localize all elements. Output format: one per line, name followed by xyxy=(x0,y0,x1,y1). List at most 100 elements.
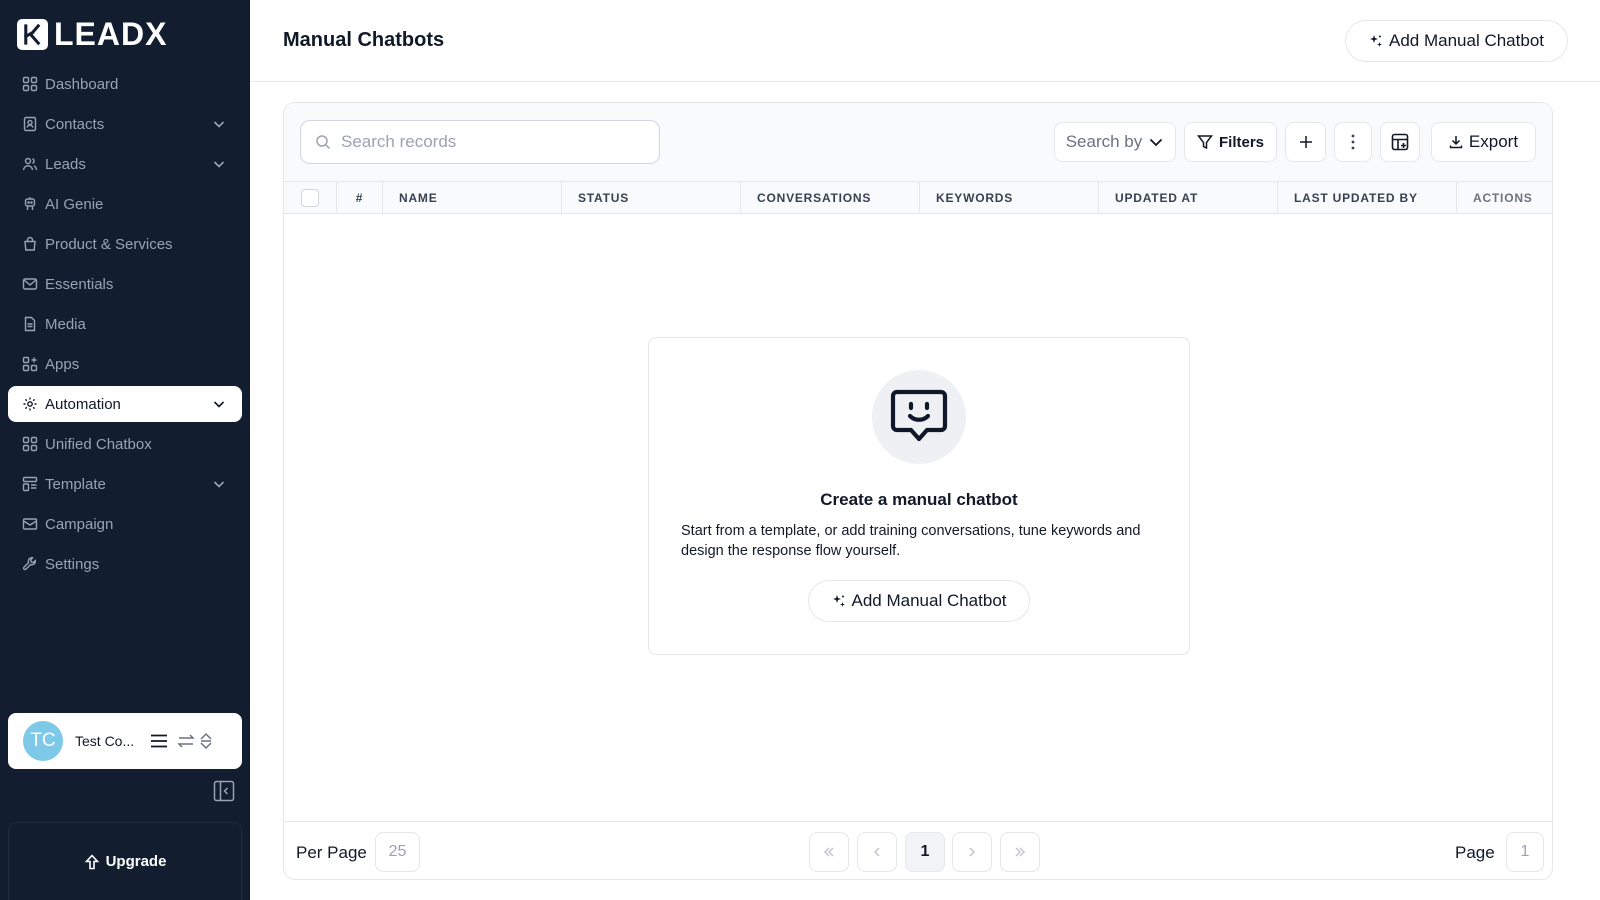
pagination-bar: Per Page 25 1 Page 1 xyxy=(284,821,1552,879)
search-icon xyxy=(316,135,331,150)
sidebar-item-label: Dashboard xyxy=(45,75,119,93)
upgrade-label: Upgrade xyxy=(105,853,167,870)
sidebar-item-leads[interactable]: Leads xyxy=(8,146,242,182)
menu-icon[interactable] xyxy=(149,731,169,751)
sidebar-item-label: Media xyxy=(45,315,86,333)
sidebar-item-label: AI Genie xyxy=(45,195,104,213)
page-number-input[interactable]: 1 xyxy=(1506,832,1544,872)
empty-state-card: Create a manual chatbot Start from a tem… xyxy=(648,337,1190,655)
sidebar-item-campaign[interactable]: Campaign xyxy=(8,506,242,542)
template-icon xyxy=(22,476,38,492)
button-label: Add Manual Chatbot xyxy=(1389,31,1544,50)
chevrons-right-icon xyxy=(1015,847,1026,857)
logo-mark-icon xyxy=(17,18,48,50)
chevron-down-icon[interactable] xyxy=(212,117,226,131)
column-header-last-updated-by[interactable]: LAST UPDATED BY xyxy=(1278,182,1457,213)
add-filter-button[interactable] xyxy=(1285,122,1326,162)
column-settings-button[interactable] xyxy=(1380,122,1420,162)
sidebar-item-ai-genie[interactable]: AI Genie xyxy=(8,186,242,222)
sidebar-item-unified-chatbox[interactable]: Unified Chatbox xyxy=(8,426,242,462)
user-switcher[interactable]: TC Test Co... xyxy=(8,713,242,769)
plus-icon xyxy=(1299,136,1312,148)
button-label: Add Manual Chatbot xyxy=(851,591,1007,610)
sidebar-item-label: Template xyxy=(45,475,106,493)
main-content: Manual Chatbots Add Manual Chatbot Searc… xyxy=(250,0,1600,900)
search-box xyxy=(300,120,660,164)
app-logo[interactable]: LEADX xyxy=(17,18,167,50)
last-page-button[interactable] xyxy=(1000,832,1040,872)
select-all-checkbox[interactable] xyxy=(301,188,319,207)
kebab-menu-icon xyxy=(1351,134,1355,150)
sidebar-item-contacts[interactable]: Contacts xyxy=(8,106,242,142)
grid-icon xyxy=(22,76,38,92)
next-page-button[interactable] xyxy=(952,832,992,872)
first-page-button[interactable] xyxy=(809,832,849,872)
table-header: # NAME STATUS CONVERSATIONS KEYWORDS UPD… xyxy=(284,181,1552,214)
gear-icon xyxy=(22,396,38,412)
sidebar-item-media[interactable]: Media xyxy=(8,306,242,342)
chevron-down-icon[interactable] xyxy=(212,397,226,411)
upgrade-button[interactable]: Upgrade xyxy=(8,822,242,900)
shopping-bag-icon xyxy=(22,236,38,252)
search-input[interactable] xyxy=(341,132,641,152)
export-button[interactable]: Export xyxy=(1431,122,1536,162)
sidebar-nav: Dashboard Contacts Leads AI Genie Produc… xyxy=(8,66,242,586)
chevron-up-down-icon[interactable] xyxy=(199,732,213,750)
avatar: TC xyxy=(23,721,63,761)
filters-button[interactable]: Filters xyxy=(1184,122,1277,162)
sidebar-item-label: Contacts xyxy=(45,115,105,133)
empty-state-description: Start from a template, or add training c… xyxy=(681,523,1141,559)
sparkle-icon xyxy=(1370,35,1382,47)
select-all-cell xyxy=(284,182,337,213)
sidebar-item-label: Unified Chatbox xyxy=(45,435,152,453)
logo-text: LEADX xyxy=(54,16,168,52)
sidebar-item-template[interactable]: Template xyxy=(8,466,242,502)
column-header-keywords[interactable]: KEYWORDS xyxy=(920,182,1099,213)
column-header-conversations[interactable]: CONVERSATIONS xyxy=(741,182,920,213)
sidebar-item-automation[interactable]: Automation xyxy=(8,386,242,422)
chevron-right-icon xyxy=(969,847,976,857)
upgrade-arrow-icon xyxy=(84,853,99,869)
search-by-label: Search by xyxy=(1065,132,1143,151)
sidebar-item-label: Campaign xyxy=(45,515,114,533)
chevron-down-icon[interactable] xyxy=(212,157,226,171)
sidebar-item-essentials[interactable]: Essentials xyxy=(8,266,242,302)
current-page-button[interactable]: 1 xyxy=(905,832,945,872)
column-header-status[interactable]: STATUS xyxy=(562,182,741,213)
sidebar-item-label: Product & Services xyxy=(45,235,173,253)
sidebar-item-settings[interactable]: Settings xyxy=(8,546,242,582)
genie-icon xyxy=(22,196,38,212)
export-label: Export xyxy=(1468,132,1519,151)
add-manual-chatbot-button[interactable]: Add Manual Chatbot xyxy=(1345,20,1568,62)
more-options-button[interactable] xyxy=(1334,122,1372,162)
mail-icon xyxy=(22,276,38,292)
wrench-icon xyxy=(22,556,38,572)
collapse-sidebar-icon[interactable] xyxy=(213,780,235,802)
sidebar-item-apps[interactable]: Apps xyxy=(8,346,242,382)
column-header-updated-at[interactable]: UPDATED AT xyxy=(1099,182,1278,213)
column-header-number: # xyxy=(337,182,383,213)
search-by-dropdown[interactable]: Search by xyxy=(1054,122,1176,162)
filters-label: Filters xyxy=(1218,133,1264,151)
sidebar-item-label: Leads xyxy=(45,155,86,173)
empty-add-manual-chatbot-button[interactable]: Add Manual Chatbot xyxy=(808,580,1030,622)
chat-smile-icon xyxy=(872,370,966,464)
sidebar-item-product-services[interactable]: Product & Services xyxy=(8,226,242,262)
envelope-open-icon xyxy=(22,516,38,532)
empty-state-title: Create a manual chatbot xyxy=(820,490,1018,509)
column-header-name[interactable]: NAME xyxy=(383,182,562,213)
sidebar-item-dashboard[interactable]: Dashboard xyxy=(8,66,242,102)
page-header: Manual Chatbots Add Manual Chatbot xyxy=(250,0,1600,82)
page-title: Manual Chatbots xyxy=(283,29,445,51)
apps-icon xyxy=(22,356,38,372)
per-page-label: Per Page xyxy=(296,843,367,862)
chevron-left-icon xyxy=(873,847,880,857)
sidebar-item-label: Apps xyxy=(45,355,80,373)
sidebar-item-label: Automation xyxy=(45,395,121,413)
prev-page-button[interactable] xyxy=(857,832,897,872)
per-page-select[interactable]: 25 xyxy=(375,832,420,872)
switch-icon[interactable] xyxy=(177,732,195,750)
chevrons-left-icon xyxy=(823,847,834,857)
contact-book-icon xyxy=(22,116,38,132)
chevron-down-icon[interactable] xyxy=(212,477,226,491)
